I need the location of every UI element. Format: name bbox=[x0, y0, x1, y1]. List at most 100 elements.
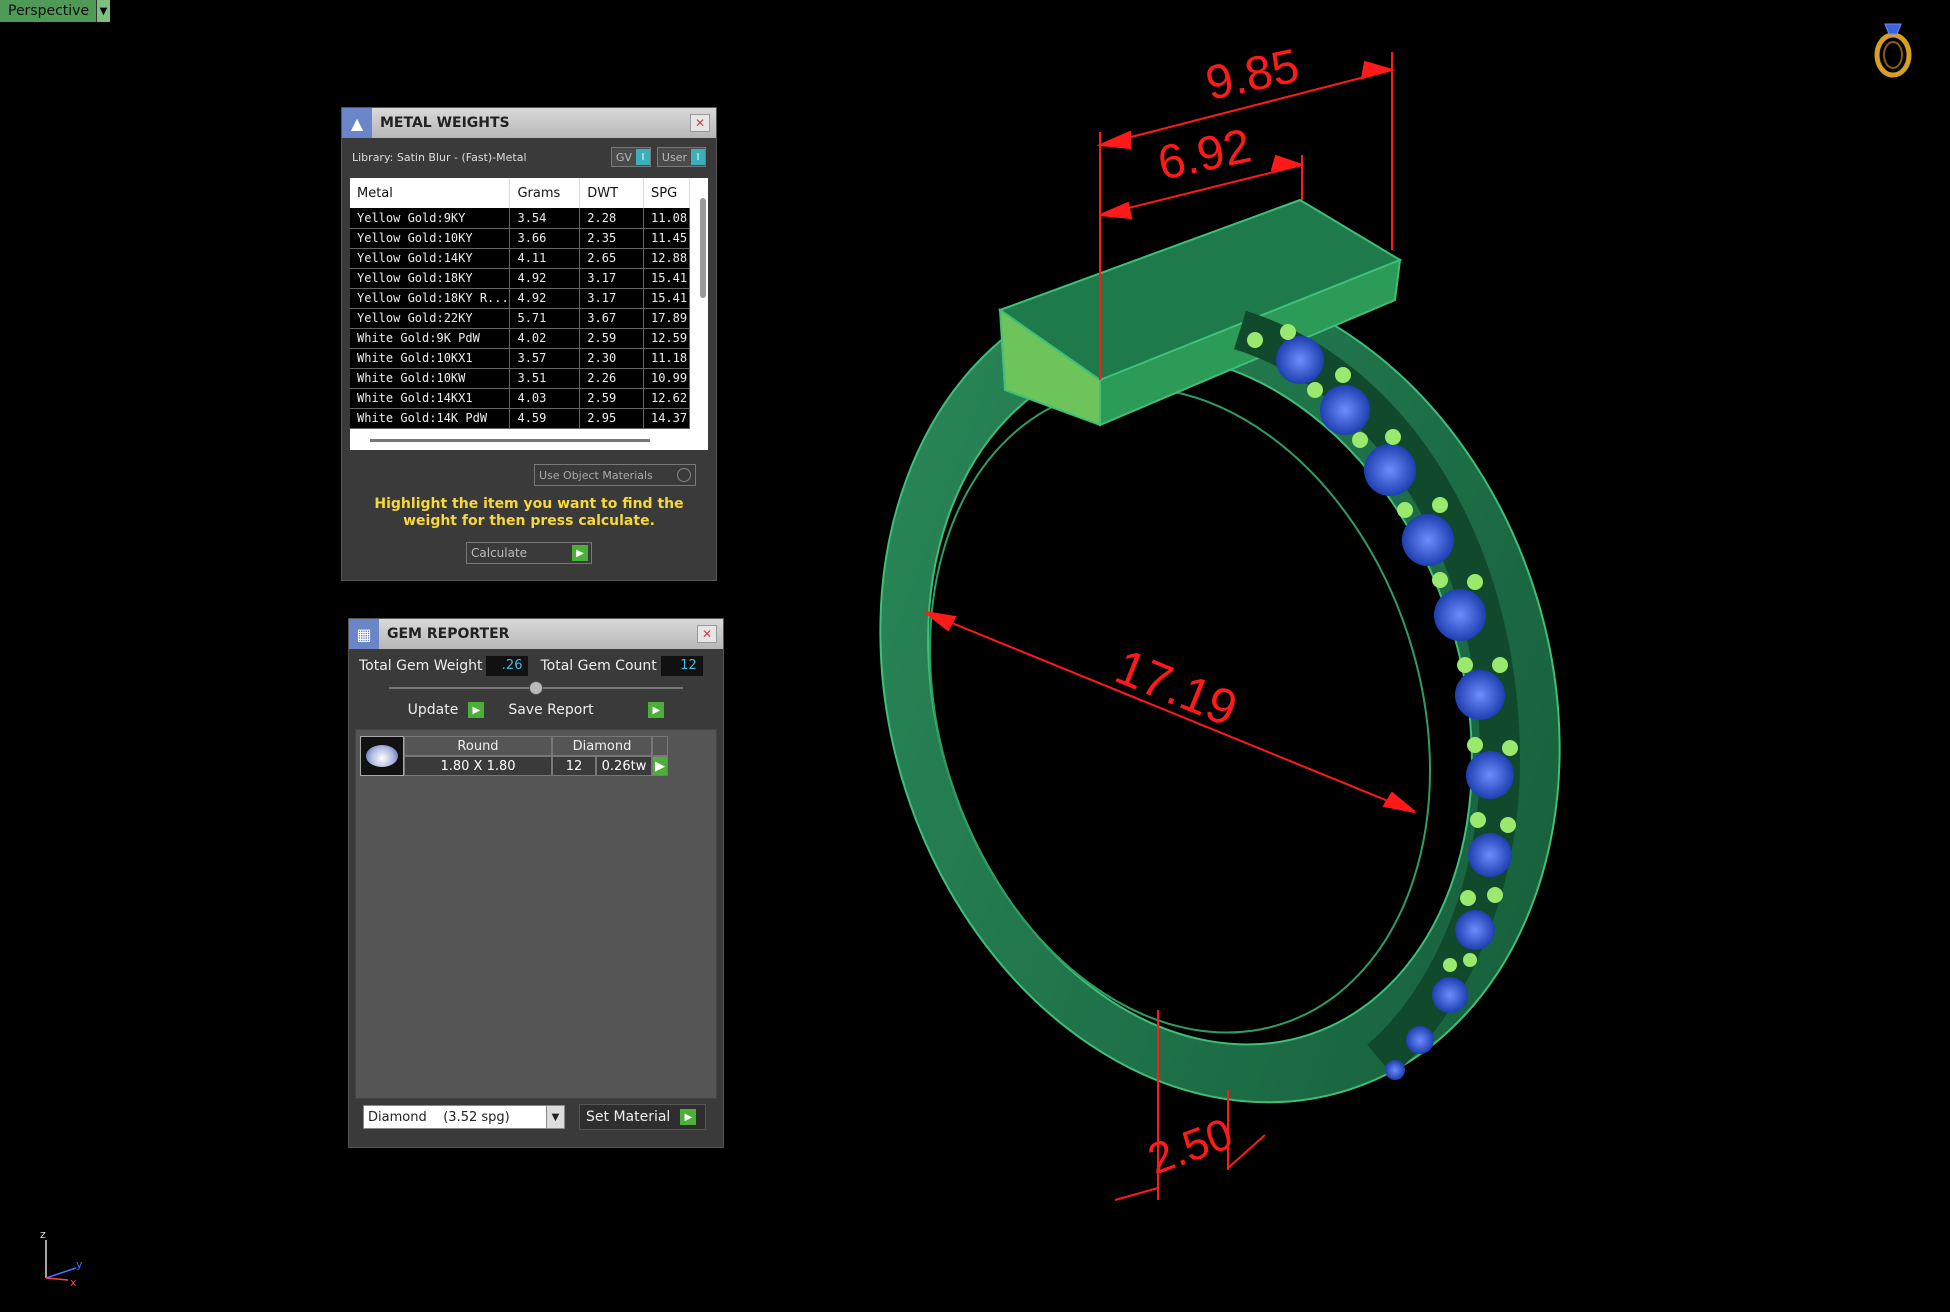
table-row[interactable]: Yellow Gold:18KY R... 4.92 3.17 15.41 bbox=[350, 288, 691, 309]
diamond-icon bbox=[366, 745, 398, 767]
grams-cell: 4.03 bbox=[509, 388, 581, 409]
column-header[interactable]: DWT bbox=[579, 178, 644, 208]
dwt-cell: 2.95 bbox=[579, 408, 644, 429]
axis-z-label: z bbox=[40, 1228, 46, 1241]
gem-list[interactable]: Round Diamond 1.80 X 1.80 12 0.26tw ▶ bbox=[355, 729, 717, 1099]
metal-name: White Gold:14K PdW bbox=[350, 408, 511, 429]
chevron-down-icon: ▼ bbox=[546, 1106, 564, 1128]
set-material-label: Set Material bbox=[586, 1109, 671, 1125]
dim-band-width: 2.50 bbox=[1142, 1109, 1239, 1184]
spg-cell: 12.62 bbox=[643, 388, 691, 409]
update-label: Update bbox=[407, 702, 459, 718]
grams-cell: 3.51 bbox=[509, 368, 581, 389]
column-header[interactable]: Grams bbox=[509, 178, 581, 208]
gem-reporter-panel: ▦ GEM REPORTER ✕ Total Gem Weight .26 To… bbox=[348, 618, 724, 1148]
table-row[interactable]: Yellow Gold:22KY 5.71 3.67 17.89 bbox=[350, 308, 691, 329]
play-arrow-icon: ▶ bbox=[648, 702, 665, 718]
close-icon[interactable]: ✕ bbox=[690, 114, 710, 132]
metal-weights-panel: ▲ METAL WEIGHTS ✕ Library: Satin Blur - … bbox=[341, 107, 717, 581]
save-report-label: Save Report bbox=[508, 702, 594, 718]
total-gem-weight-label: Total Gem Weight bbox=[359, 658, 483, 674]
axis-gizmo: z y x bbox=[40, 1228, 83, 1288]
table-row[interactable]: White Gold:14KX1 4.03 2.59 12.62 bbox=[350, 388, 691, 409]
dwt-cell: 2.35 bbox=[579, 228, 644, 249]
metal-name: White Gold:10KX1 bbox=[350, 348, 511, 369]
spacer-cell bbox=[652, 736, 668, 756]
grams-cell: 3.66 bbox=[509, 228, 581, 249]
total-gem-weight-value: .26 bbox=[486, 656, 529, 676]
vertical-scrollbar[interactable] bbox=[700, 198, 706, 298]
dwt-cell: 2.26 bbox=[579, 368, 644, 389]
grams-cell: 4.59 bbox=[509, 408, 581, 429]
toggle-icon: I bbox=[691, 149, 705, 165]
gv-label: GV bbox=[615, 150, 632, 164]
play-arrow-icon: ▶ bbox=[468, 702, 485, 718]
table-row[interactable]: White Gold:10KX1 3.57 2.30 11.18 bbox=[350, 348, 691, 369]
grams-cell: 4.92 bbox=[509, 288, 581, 309]
close-icon[interactable]: ✕ bbox=[697, 625, 717, 643]
table-row[interactable]: Yellow Gold:10KY 3.66 2.35 11.45 bbox=[350, 228, 691, 249]
user-toggle[interactable]: User I bbox=[656, 147, 706, 167]
use-object-materials-checkbox[interactable]: Use Object Materials bbox=[534, 464, 696, 486]
table-row[interactable]: Yellow Gold:9KY 3.54 2.28 11.08 bbox=[350, 208, 691, 229]
spg-cell: 11.45 bbox=[643, 228, 691, 249]
panel-title: METAL WEIGHTS bbox=[380, 115, 510, 131]
table-row[interactable]: White Gold:14K PdW 4.59 2.95 14.37 bbox=[350, 408, 691, 429]
spg-cell: 12.59 bbox=[643, 328, 691, 349]
spg-cell: 10.99 bbox=[643, 368, 691, 389]
dwt-cell: 2.59 bbox=[579, 328, 644, 349]
panel-splitter[interactable] bbox=[389, 681, 683, 695]
update-button[interactable]: Update ▶ bbox=[408, 702, 485, 718]
total-gem-count-label: Total Gem Count bbox=[540, 658, 657, 674]
library-label: Library: Satin Blur - (Fast)-Metal bbox=[352, 150, 527, 164]
instruction-text: Highlight the item you want to find the … bbox=[374, 496, 684, 529]
column-header[interactable]: Metal bbox=[350, 178, 511, 208]
table-row[interactable]: Yellow Gold:18KY 4.92 3.17 15.41 bbox=[350, 268, 691, 289]
calculate-button[interactable]: Calculate ▶ bbox=[466, 542, 592, 564]
gem-thumbnail bbox=[360, 736, 404, 776]
metal-name: Yellow Gold:18KY R... bbox=[350, 288, 511, 309]
metal-weights-titlebar[interactable]: ▲ METAL WEIGHTS ✕ bbox=[342, 108, 716, 138]
gem-type: Diamond bbox=[552, 736, 652, 756]
material-select[interactable]: Diamond (3.52 spg) ▼ bbox=[363, 1105, 565, 1129]
user-label: User bbox=[661, 150, 687, 164]
spg-cell: 11.08 bbox=[643, 208, 691, 229]
weights-icon: ▲ bbox=[342, 108, 372, 138]
set-material-button[interactable]: Set Material ▶ bbox=[579, 1104, 707, 1130]
dwt-cell: 3.17 bbox=[579, 268, 644, 289]
ring-icon[interactable] bbox=[1868, 10, 1918, 80]
spg-cell: 15.41 bbox=[643, 288, 691, 309]
table-row[interactable]: White Gold:9K PdW 4.02 2.59 12.59 bbox=[350, 328, 691, 349]
gem-shape: Round bbox=[404, 736, 552, 756]
toggle-icon: I bbox=[635, 149, 650, 165]
column-header[interactable]: SPG bbox=[643, 178, 691, 208]
dwt-cell: 3.17 bbox=[579, 288, 644, 309]
spg-cell: 15.41 bbox=[643, 268, 691, 289]
metal-name: Yellow Gold:22KY bbox=[350, 308, 511, 329]
spg-cell: 11.18 bbox=[643, 348, 691, 369]
play-arrow-icon: ▶ bbox=[572, 545, 588, 561]
slider-handle[interactable] bbox=[529, 681, 543, 695]
calculate-label: Calculate bbox=[471, 546, 528, 560]
horizontal-scrollbar[interactable] bbox=[370, 439, 650, 442]
table-row[interactable]: White Gold:10KW 3.51 2.26 10.99 bbox=[350, 368, 691, 389]
play-arrow-icon[interactable]: ▶ bbox=[652, 756, 668, 776]
metal-name: Yellow Gold:18KY bbox=[350, 268, 511, 289]
dwt-cell: 2.30 bbox=[579, 348, 644, 369]
gem-reporter-titlebar[interactable]: ▦ GEM REPORTER ✕ bbox=[349, 619, 723, 649]
grams-cell: 4.92 bbox=[509, 268, 581, 289]
panel-title: GEM REPORTER bbox=[387, 626, 510, 642]
material-value: Diamond (3.52 spg) bbox=[368, 1109, 510, 1125]
dwt-cell: 2.65 bbox=[579, 248, 644, 269]
save-report-button[interactable]: Save Report ▶ bbox=[508, 702, 665, 718]
grams-cell: 5.71 bbox=[509, 308, 581, 329]
spg-cell: 17.89 bbox=[643, 308, 691, 329]
gv-toggle[interactable]: GV I bbox=[610, 147, 651, 167]
spg-cell: 14.37 bbox=[643, 408, 691, 429]
metal-table[interactable]: Metal Grams DWT SPG Yellow Gold:9KY 3.54 2… bbox=[350, 178, 708, 450]
metal-name: White Gold:9K PdW bbox=[350, 328, 511, 349]
table-row[interactable]: Yellow Gold:14KY 4.11 2.65 12.88 bbox=[350, 248, 691, 269]
list-item[interactable]: Round Diamond 1.80 X 1.80 12 0.26tw ▶ bbox=[360, 736, 716, 778]
ring-3d-view[interactable]: 9.85 6.92 17.19 2.50 bbox=[0, 0, 1950, 1312]
spg-cell: 12.88 bbox=[643, 248, 691, 269]
